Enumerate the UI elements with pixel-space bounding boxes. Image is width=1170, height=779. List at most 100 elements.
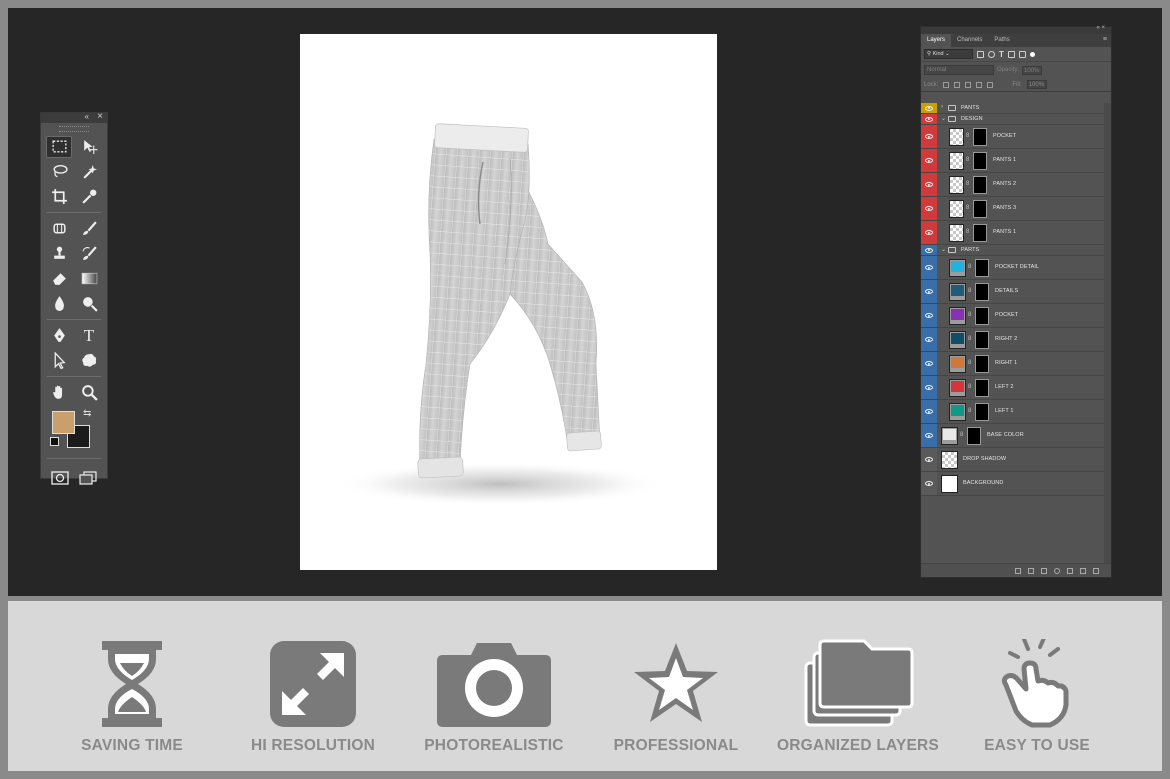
panel-menu-icon[interactable]: ≡ [1103, 36, 1107, 43]
layer-mask-thumbnail[interactable] [973, 152, 987, 170]
quick-mask-button[interactable] [47, 467, 73, 489]
blend-mode-select[interactable]: Normal [924, 65, 994, 75]
collapse-icon[interactable]: ⌄ [941, 246, 946, 253]
tab-channels[interactable]: Channels [951, 34, 988, 47]
eyedropper-tool[interactable] [76, 186, 102, 208]
visibility-toggle[interactable] [921, 448, 937, 471]
collapse-icon[interactable]: « × [1096, 25, 1105, 31]
layer-mask-thumbnail[interactable] [975, 259, 989, 277]
visibility-toggle[interactable] [921, 400, 937, 423]
type-tool[interactable]: T [76, 325, 102, 347]
close-icon[interactable]: × [97, 111, 103, 122]
filter-kind-select[interactable]: ⚲ Kind ⌄ [924, 49, 973, 59]
layer-mask-thumbnail[interactable] [975, 355, 989, 373]
expand-icon[interactable]: › [941, 104, 943, 110]
layer-row[interactable]: 8 LEFT 1 [921, 400, 1105, 424]
visibility-toggle[interactable] [921, 173, 937, 196]
visibility-toggle[interactable] [921, 352, 937, 375]
magic-wand-tool[interactable] [76, 161, 102, 183]
lock-all-icon[interactable] [987, 81, 994, 88]
spot-healing-tool[interactable] [46, 218, 72, 240]
link-icon[interactable]: 8 [966, 181, 969, 187]
delete-layer-icon[interactable] [1093, 567, 1099, 574]
layer-row[interactable]: 8 DETAILS [921, 280, 1105, 304]
tools-panel-titlebar[interactable]: « × [41, 111, 107, 123]
adjustment-layer-icon[interactable] [1054, 567, 1060, 574]
link-icon[interactable]: 8 [968, 336, 971, 342]
layer-row[interactable]: 8 POCKET [921, 125, 1105, 149]
blur-tool[interactable] [46, 293, 72, 315]
layer-row[interactable]: ⌄ PARTS [921, 245, 1105, 256]
hand-tool[interactable] [46, 382, 72, 404]
rectangular-marquee-tool[interactable] [46, 135, 72, 158]
layer-row[interactable]: DROP SHADOW [921, 448, 1105, 472]
dodge-tool[interactable] [76, 293, 102, 315]
layer-row[interactable]: 8 RIGHT 2 [921, 328, 1105, 352]
history-brush-tool[interactable] [76, 243, 102, 265]
layer-mask-thumbnail[interactable] [975, 379, 989, 397]
layer-row[interactable]: 8 PANTS 3 [921, 197, 1105, 221]
layer-mask-thumbnail[interactable] [973, 200, 987, 218]
layer-row[interactable]: 8 PANTS 1 [921, 221, 1105, 245]
layer-row[interactable]: 8 RIGHT 1 [921, 352, 1105, 376]
visibility-toggle[interactable] [921, 149, 937, 172]
path-selection-tool[interactable] [46, 350, 72, 372]
visibility-toggle[interactable] [921, 328, 937, 351]
custom-shape-tool[interactable] [76, 350, 102, 372]
swap-colors-icon[interactable]: ⇆ [83, 408, 91, 419]
link-icon[interactable]: 8 [968, 360, 971, 366]
visibility-toggle[interactable] [921, 125, 937, 148]
lock-position-icon[interactable] [965, 81, 972, 88]
layer-row[interactable]: BACKGROUND [921, 472, 1105, 496]
clone-stamp-tool[interactable] [46, 243, 72, 265]
link-icon[interactable]: 8 [968, 384, 971, 390]
crop-tool[interactable] [46, 186, 72, 208]
filter-pixel-icon[interactable] [977, 50, 984, 58]
opacity-input[interactable]: 100% [1022, 65, 1043, 75]
layer-row[interactable]: 8 POCKET DETAIL [921, 256, 1105, 280]
move-tool[interactable] [76, 136, 102, 158]
filter-type-icon[interactable]: T [999, 50, 1004, 59]
layer-mask-thumbnail[interactable] [975, 331, 989, 349]
layer-row[interactable]: 8 PANTS 2 [921, 173, 1105, 197]
layer-row[interactable]: › PANTS [921, 103, 1105, 114]
lock-artboard-icon[interactable] [976, 81, 983, 88]
link-icon[interactable]: 8 [968, 288, 971, 294]
panel-grip[interactable] [59, 126, 89, 132]
fill-input[interactable]: 100% [1026, 80, 1047, 89]
document-canvas[interactable] [300, 34, 717, 570]
gradient-tool[interactable] [76, 268, 102, 290]
visibility-toggle[interactable] [921, 245, 937, 255]
brush-tool[interactable] [76, 218, 102, 240]
collapse-icon[interactable]: « [85, 112, 89, 121]
layer-row[interactable]: 8 PANTS 1 [921, 149, 1105, 173]
layer-mask-thumbnail[interactable] [975, 403, 989, 421]
visibility-toggle[interactable] [921, 472, 937, 495]
filter-adjustment-icon[interactable] [988, 50, 995, 58]
screen-mode-button[interactable] [75, 467, 101, 489]
layer-mask-thumbnail[interactable] [967, 427, 981, 445]
filter-smart-object-icon[interactable] [1018, 50, 1026, 58]
filter-toggle-icon[interactable] [1029, 51, 1035, 57]
link-layers-icon[interactable] [1015, 567, 1021, 574]
layer-mask-thumbnail[interactable] [975, 283, 989, 301]
layers-scrollbar[interactable] [1104, 103, 1111, 563]
lasso-tool[interactable] [46, 161, 72, 183]
visibility-toggle[interactable] [921, 103, 937, 113]
add-mask-icon[interactable] [1041, 567, 1047, 574]
layer-mask-thumbnail[interactable] [973, 224, 987, 242]
default-colors-icon[interactable] [50, 437, 59, 446]
lock-transparent-icon[interactable] [943, 81, 950, 88]
visibility-toggle[interactable] [921, 197, 937, 220]
new-group-icon[interactable] [1067, 567, 1073, 574]
visibility-toggle[interactable] [921, 376, 937, 399]
eraser-tool[interactable] [46, 268, 72, 290]
filter-shape-icon[interactable] [1007, 50, 1015, 58]
visibility-toggle[interactable] [921, 424, 937, 447]
link-icon[interactable]: 8 [960, 432, 963, 438]
layer-mask-thumbnail[interactable] [973, 128, 987, 146]
layer-row[interactable]: ⌄ DESIGN [921, 114, 1105, 125]
layer-mask-thumbnail[interactable] [975, 307, 989, 325]
link-icon[interactable]: 8 [966, 205, 969, 211]
pen-tool[interactable] [46, 325, 72, 347]
